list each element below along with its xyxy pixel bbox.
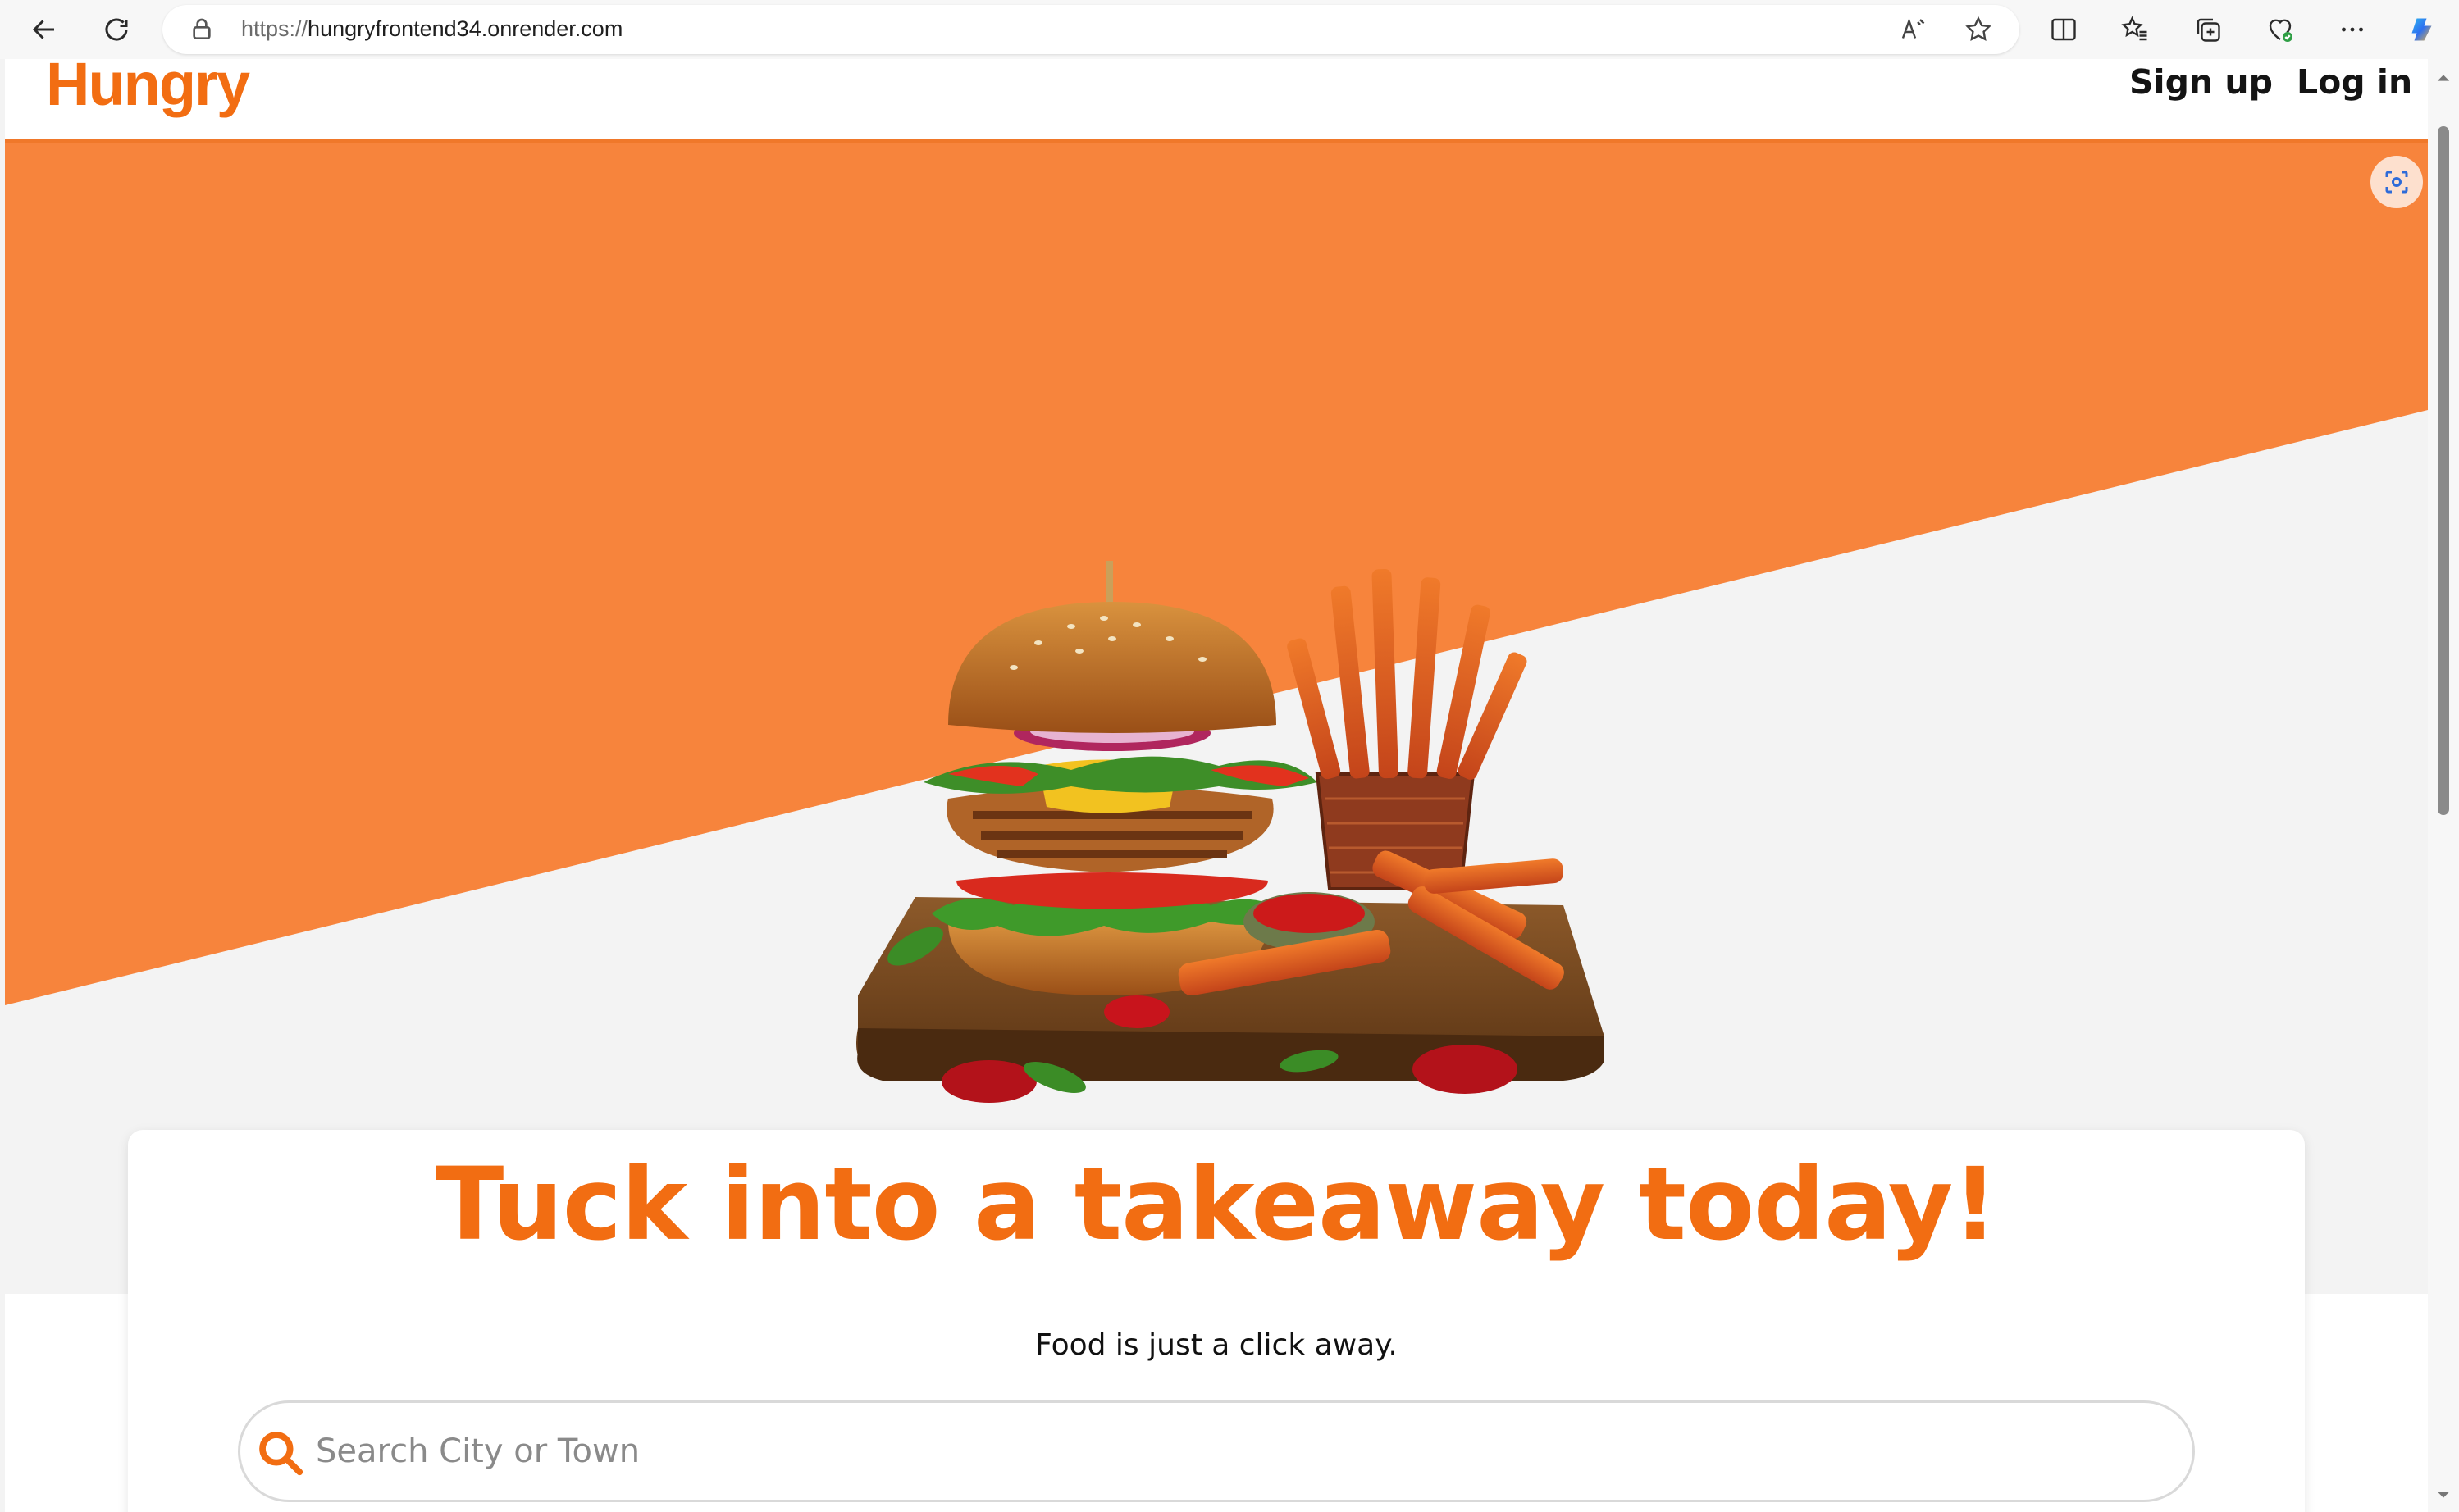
- url-text: https://hungryfrontend34.onrender.com: [241, 16, 623, 42]
- back-button[interactable]: [23, 8, 66, 51]
- copilot-icon: [2411, 18, 2432, 41]
- visual-search-icon: [2385, 171, 2408, 194]
- brand-logo[interactable]: Hungry: [46, 59, 250, 119]
- more-dots-icon: [2342, 27, 2363, 32]
- browser-essentials-button[interactable]: [2259, 8, 2302, 51]
- url-host: hungryfrontend34.onrender.com: [308, 16, 623, 41]
- log-in-link[interactable]: Log in: [2297, 62, 2412, 102]
- collections-icon: [2197, 18, 2220, 42]
- search-card: Tuck into a takeaway today! Food is just…: [128, 1130, 2305, 1512]
- heart-pulse-icon: [2269, 19, 2292, 42]
- page-subheadline: Food is just a click away.: [1035, 1328, 1398, 1362]
- split-screen-icon: [2051, 18, 2076, 41]
- sign-up-link[interactable]: Sign up: [2129, 62, 2273, 102]
- refresh-button[interactable]: [95, 8, 138, 51]
- favorites-button[interactable]: [2115, 8, 2157, 51]
- city-search-input[interactable]: [316, 1426, 2120, 1477]
- search-bar[interactable]: [238, 1400, 2195, 1502]
- settings-more-button[interactable]: [2331, 8, 2374, 51]
- page-headline: Tuck into a takeaway today!: [436, 1146, 1998, 1263]
- web-page: Hungry Sign up Log in Tuck into a takeaw…: [5, 59, 2428, 1512]
- favorites-list-icon: [2121, 16, 2147, 41]
- copilot-button[interactable]: [2402, 8, 2444, 51]
- scrollbar-thumb[interactable]: [2438, 126, 2449, 815]
- url-scheme: https://: [241, 16, 308, 41]
- burger-fries-image: [856, 561, 1604, 1103]
- back-arrow-icon: [32, 20, 54, 39]
- collections-button[interactable]: [2187, 8, 2229, 51]
- lock-icon: [193, 18, 211, 39]
- refresh-icon: [105, 18, 128, 41]
- vertical-scrollbar[interactable]: [2428, 59, 2459, 1512]
- scroll-up-icon[interactable]: [2436, 71, 2451, 85]
- address-bar[interactable]: https://hungryfrontend34.onrender.com: [162, 5, 2019, 54]
- top-navbar: Hungry Sign up Log in: [5, 59, 2428, 143]
- search-icon: [259, 1432, 303, 1476]
- visual-search-button[interactable]: [2370, 156, 2423, 208]
- favorite-star-icon[interactable]: [1964, 15, 1993, 44]
- scroll-down-icon[interactable]: [2436, 1487, 2451, 1502]
- hero-section: [5, 143, 2428, 1294]
- read-aloud-icon[interactable]: [1898, 15, 1928, 44]
- split-screen-button[interactable]: [2042, 8, 2085, 51]
- browser-toolbar: https://hungryfrontend34.onrender.com: [0, 0, 2459, 59]
